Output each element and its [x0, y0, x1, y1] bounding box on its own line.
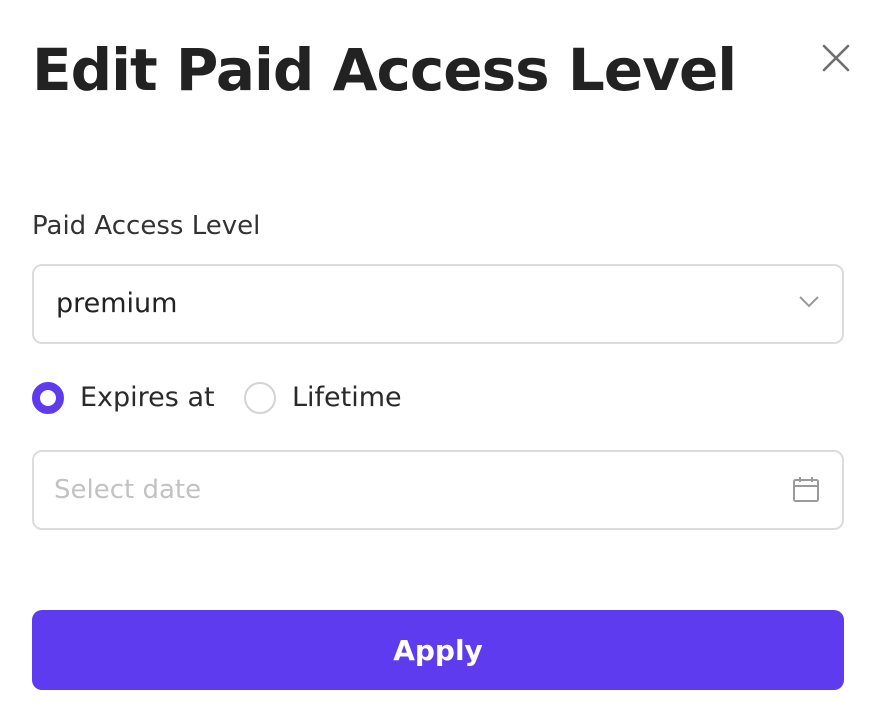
- close-button[interactable]: [818, 40, 854, 76]
- radio-expires-at-label: Expires at: [80, 382, 215, 413]
- apply-button[interactable]: Apply: [32, 610, 844, 690]
- calendar-icon[interactable]: [792, 476, 820, 504]
- expiry-date-input[interactable]: [54, 470, 754, 510]
- access-level-selected-value: premium: [56, 288, 178, 319]
- access-level-label: Paid Access Level: [32, 211, 261, 241]
- expiry-date-picker[interactable]: [32, 450, 844, 530]
- radio-lifetime-label: Lifetime: [292, 382, 402, 413]
- access-level-select[interactable]: premium: [32, 264, 844, 344]
- radio-lifetime-indicator[interactable]: [244, 382, 276, 414]
- close-icon: [822, 44, 850, 72]
- radio-expires-at-indicator[interactable]: [32, 382, 64, 414]
- edit-access-level-dialog: Edit Paid Access Level Paid Access Level…: [0, 0, 880, 720]
- chevron-down-icon: [799, 296, 819, 308]
- dialog-title: Edit Paid Access Level: [32, 36, 737, 104]
